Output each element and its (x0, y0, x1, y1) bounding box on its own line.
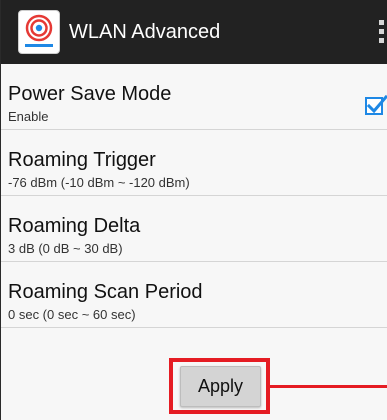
setting-roaming-delta[interactable]: Roaming Delta 3 dB (0 dB ~ 30 dB) (1, 196, 387, 262)
setting-roaming-trigger[interactable]: Roaming Trigger -76 dBm (-10 dBm ~ -120 … (1, 130, 387, 196)
callout-line (270, 385, 387, 388)
setting-title: Power Save Mode (8, 83, 172, 105)
settings-list: Power Save Mode Enable Roaming Trigger -… (1, 64, 387, 328)
setting-summary: -76 dBm (-10 dBm ~ -120 dBm) (8, 175, 190, 190)
setting-title: Roaming Delta (8, 215, 141, 237)
overflow-menu-icon[interactable] (374, 20, 387, 46)
setting-power-save-mode[interactable]: Power Save Mode Enable (1, 64, 387, 130)
setting-summary: Enable (8, 109, 49, 124)
title-bar: WLAN Advanced (1, 0, 387, 64)
setting-summary: 3 dB (0 dB ~ 30 dB) (8, 241, 123, 256)
wifi-app-icon (18, 10, 60, 54)
setting-title: Roaming Trigger (8, 149, 156, 171)
setting-roaming-scan-period[interactable]: Roaming Scan Period 0 sec (0 sec ~ 60 se… (1, 262, 387, 328)
setting-title: Roaming Scan Period (8, 281, 203, 303)
wlan-advanced-screen: WLAN Advanced Power Save Mode Enable Roa… (0, 0, 387, 420)
page-title: WLAN Advanced (69, 21, 221, 43)
power-save-checkbox[interactable] (364, 94, 387, 117)
apply-button[interactable]: Apply (180, 366, 261, 407)
setting-summary: 0 sec (0 sec ~ 60 sec) (8, 307, 136, 322)
